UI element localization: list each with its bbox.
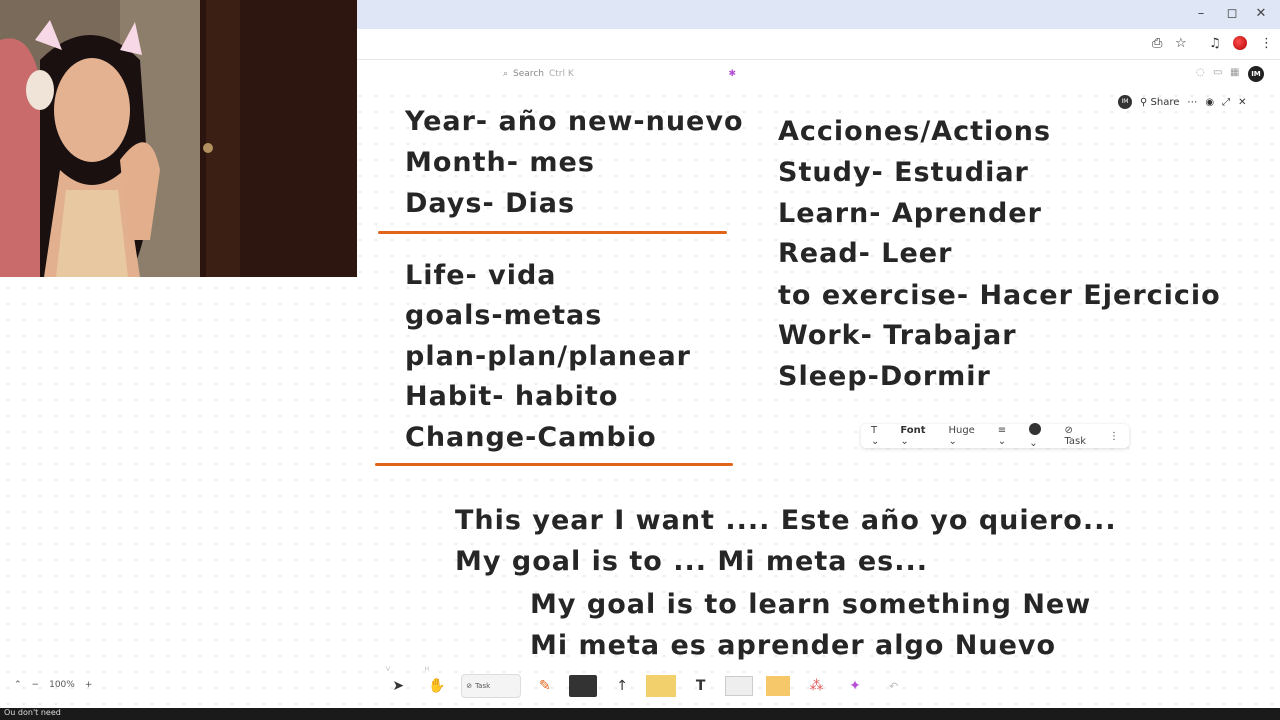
vocab-line[interactable]: Work- Trabajar [778,322,1017,349]
mindmap-tool[interactable]: ⁂ [802,672,831,700]
search-placeholder: Search [513,69,544,79]
webcam-overlay [0,0,357,277]
vocab-line[interactable]: Study- Estudiar [778,159,1029,186]
templates-icon: ✦ [849,678,861,694]
share-icon: ⚲ [1140,96,1148,108]
zoom-level[interactable]: 100% [49,680,75,690]
avatar[interactable]: IM [1248,66,1264,82]
task-icon: ⊘ [1064,425,1073,436]
more-icon[interactable]: ⋮ [1109,431,1119,442]
chevron-down-icon: ⌄ [871,436,880,447]
orange-underline [375,463,733,466]
sentence-line[interactable]: This year I want .... Este año yo quiero… [455,507,1117,534]
restore-button[interactable]: ◻ [1223,6,1241,21]
text-style-button[interactable]: T ⌄ [871,425,888,447]
chevron-down-icon: ⌄ [997,436,1007,447]
image-icon [765,676,790,696]
sticky-note-tool[interactable] [646,672,677,700]
taskbar-text: Ou don't need [4,708,61,717]
vocab-line[interactable]: Month- mes [405,149,595,176]
search-shortcut: Ctrl K [548,69,574,79]
check-circle-icon[interactable]: ◌ [1196,67,1205,78]
close-button[interactable]: ✕ [1252,6,1270,21]
chevron-down-icon: ⌄ [900,436,909,447]
templates-tool[interactable]: ✦ [841,672,870,700]
vocab-line[interactable]: Acciones/Actions [778,118,1051,145]
share-button[interactable]: ⚲ Share [1140,97,1179,108]
vocab-line[interactable]: Days- Dias [405,190,575,217]
task-tool[interactable]: ⊘ Task [461,674,521,698]
convert-task-button[interactable]: ⊘ Task [1064,425,1097,447]
align-button[interactable]: ≡ ⌄ [998,425,1018,447]
profile-icon[interactable] [1233,36,1247,50]
vocab-line[interactable]: Life- vida [405,262,557,289]
sticky-note-icon [646,675,677,697]
rectangle-icon [569,675,598,697]
canvas-toolbar: V ➤ H ✋ ⊘ Task ✎ ↑ T ⁂ ✦ ↶ [378,666,908,704]
arrow-tool[interactable]: ↑ [608,672,637,700]
expand-icon[interactable]: ⤢ [1222,97,1230,108]
vocab-line[interactable]: Habit- habito [405,383,618,410]
undo-button[interactable]: ↶ [879,672,908,700]
example-line[interactable]: My goal is to learn something New [530,591,1091,618]
media-icon[interactable]: ♫ [1209,36,1221,51]
vocab-line[interactable]: Sleep-Dormir [778,363,991,390]
minimize-button[interactable]: – [1192,6,1210,21]
frame-icon [725,676,754,696]
collaborator-avatar[interactable]: IM [1118,95,1132,109]
size-dropdown[interactable]: Huge ⌄ [948,425,985,447]
mindmap-icon: ⁂ [809,678,824,694]
arrow-up-icon: ↑ [616,678,628,694]
chevron-down-icon: ⌄ [1029,438,1038,449]
vocab-line[interactable]: Change-Cambio [405,424,657,451]
align-icon: ≡ [997,425,1007,436]
vocab-line[interactable]: Read- Leer [778,240,952,267]
image-tool[interactable] [764,672,793,700]
example-line[interactable]: Mi meta es aprender algo Nuevo [530,632,1056,659]
cursor-icon: ➤ [392,678,405,694]
vocab-line[interactable]: goals-metas [405,302,602,329]
collapse-icon[interactable]: ⌃ [14,680,22,690]
pen-tool[interactable]: ✎ [531,672,560,700]
hand-icon: ✋ [428,678,446,694]
text-format-toolbar: T ⌄ Font ⌄ Huge ⌄ ≡ ⌄ ⌄ ⊘ Task ⋮ [861,423,1129,449]
search-icon: ⌕ [503,69,509,79]
color-swatch [1029,423,1042,435]
ai-icon[interactable]: ◉ [1205,97,1214,108]
select-tool[interactable]: V ➤ [384,666,413,700]
zoom-out-button[interactable]: − [32,680,40,690]
zoom-in-button[interactable]: + [85,680,93,690]
vocab-line[interactable]: plan-plan/planear [405,343,691,370]
zoom-control: ⌃ − 100% + [14,680,92,690]
shape-tool[interactable] [569,672,598,700]
font-dropdown[interactable]: Font ⌄ [900,425,936,447]
vocab-line[interactable]: to exercise- Hacer Ejercicio [778,282,1221,309]
pen-icon: ✎ [539,678,551,694]
star-icon[interactable]: ☆ [1175,36,1187,51]
install-icon[interactable]: ⎙ [1152,36,1162,51]
text-icon: T [695,678,706,694]
sentence-line[interactable]: My goal is to ... Mi meta es... [455,548,928,575]
orange-underline [378,231,727,234]
close-icon[interactable]: ✕ [1238,97,1246,108]
share-bar: IM ⚲ Share ⋯ ◉ ⤢ ✕ [1118,95,1247,109]
vocab-line[interactable]: Learn- Aprender [778,200,1042,227]
text-tool[interactable]: T [686,672,715,700]
frame-tool[interactable] [725,672,754,700]
chevron-down-icon: ⌄ [948,436,957,447]
search-input[interactable]: ⌕ Search Ctrl K ✱ [497,64,742,84]
webcam-feed-image [0,0,357,277]
os-taskbar: Ou don't need [0,708,1280,720]
hand-tool[interactable]: H ✋ [423,666,452,700]
more-icon[interactable]: ⋯ [1187,97,1197,108]
task-icon: ⊘ [466,682,473,690]
record-icon[interactable]: ▭ [1213,67,1222,78]
undo-icon: ↶ [889,679,899,693]
color-button[interactable]: ⌄ [1029,423,1052,449]
menu-icon[interactable]: ⋮ [1260,36,1273,51]
apps-icon[interactable]: ▦ [1230,67,1239,78]
ai-sparkle-icon[interactable]: ✱ [728,69,736,79]
vocab-line[interactable]: Year- año new-nuevo [405,108,744,135]
